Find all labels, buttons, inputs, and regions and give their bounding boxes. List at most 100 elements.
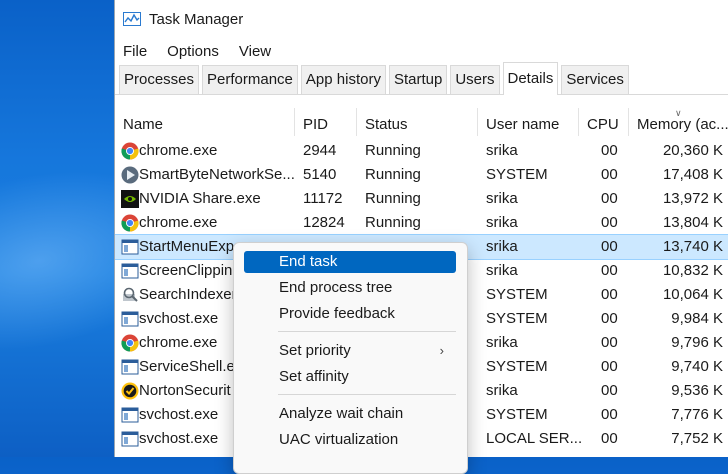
process-cpu: 00 <box>601 214 618 231</box>
process-cpu: 00 <box>601 358 618 375</box>
menu-item-label: UAC virtualization <box>279 431 399 448</box>
window-icon <box>121 406 139 424</box>
process-cpu: 00 <box>601 286 618 303</box>
process-user: SYSTEM <box>486 406 548 423</box>
menu-item-label: End task <box>279 253 338 270</box>
menu-separator <box>278 331 456 332</box>
tab-startup[interactable]: Startup <box>388 65 448 94</box>
process-name: SmartByteNetworkSe... <box>139 166 295 183</box>
set-priority-menu-item[interactable]: Set priority › <box>244 340 456 362</box>
process-pid: 12824 <box>303 214 345 231</box>
window-icon <box>121 310 139 328</box>
column-header-user[interactable]: User name <box>478 108 579 136</box>
column-header-status[interactable]: Status <box>357 108 478 136</box>
process-cpu: 00 <box>601 382 618 399</box>
process-pid: 5140 <box>303 166 337 183</box>
tab-details[interactable]: Details <box>502 62 559 95</box>
uac-virtualization-menu-item[interactable]: UAC virtualization <box>244 429 456 451</box>
menu-file[interactable]: File <box>123 43 147 60</box>
end-process-tree-menu-item[interactable]: End process tree <box>244 277 456 299</box>
process-name: chrome.exe <box>139 142 218 159</box>
process-memory: 9,984 K <box>671 310 723 327</box>
process-memory: 13,740 K <box>662 238 723 255</box>
chrome-icon <box>121 214 139 232</box>
menu-item-label: Provide feedback <box>279 305 395 322</box>
tab-services[interactable]: Services <box>561 65 629 94</box>
smartbyte-icon <box>121 166 139 184</box>
provide-feedback-menu-item[interactable]: Provide feedback <box>244 303 456 325</box>
norton-icon <box>121 382 139 400</box>
process-user: srika <box>486 142 518 159</box>
column-header-name[interactable]: Name <box>115 108 295 136</box>
chevron-right-icon: › <box>439 343 444 358</box>
window-icon <box>121 262 139 280</box>
menu-options[interactable]: Options <box>167 43 219 60</box>
tab-users[interactable]: Users <box>450 65 500 94</box>
process-user: srika <box>486 238 518 255</box>
process-user: srika <box>486 190 518 207</box>
column-header-cpu[interactable]: CPU <box>579 108 629 136</box>
process-memory: 7,752 K <box>671 430 723 447</box>
process-status: Running <box>365 190 421 207</box>
tab-processes[interactable]: Processes <box>119 65 200 94</box>
process-cpu: 00 <box>601 166 618 183</box>
window-title: Task Manager <box>149 10 244 28</box>
sort-descending-icon: ∨ <box>675 108 682 118</box>
process-user: SYSTEM <box>486 310 548 327</box>
chrome-icon <box>121 334 139 352</box>
process-user: srika <box>486 382 518 399</box>
table-row[interactable]: NVIDIA Share.exe 11172 Running srika 00 13,97… <box>115 187 728 211</box>
tab-performance[interactable]: Performance <box>202 65 298 94</box>
column-header-pid[interactable]: PID <box>295 108 357 136</box>
process-pid: 2944 <box>303 142 337 159</box>
process-cpu: 00 <box>601 262 618 279</box>
process-cpu: 00 <box>601 238 618 255</box>
process-memory: 9,536 K <box>671 382 723 399</box>
process-user: srika <box>486 262 518 279</box>
search-indexer-icon <box>121 286 139 304</box>
set-affinity-menu-item[interactable]: Set affinity <box>244 366 456 388</box>
tab-app-history[interactable]: App history <box>300 65 386 94</box>
process-memory: 13,804 K <box>662 214 723 231</box>
chrome-icon <box>121 142 139 160</box>
process-cpu: 00 <box>601 310 618 327</box>
process-user: srika <box>486 214 518 231</box>
process-cpu: 00 <box>601 142 618 159</box>
table-row[interactable]: SmartByteNetworkSe... 5140 Running SYSTEM 00… <box>115 163 728 187</box>
process-cpu: 00 <box>601 334 618 351</box>
process-memory: 9,796 K <box>671 334 723 351</box>
process-name: chrome.exe <box>139 214 218 231</box>
process-user: SYSTEM <box>486 358 548 375</box>
process-memory: 7,776 K <box>671 406 723 423</box>
context-menu: End task End process tree Provide feedback… <box>233 242 468 474</box>
task-manager-icon <box>123 12 141 26</box>
process-name: NVIDIA Share.exe <box>139 190 261 207</box>
process-user: srika <box>486 334 518 351</box>
process-memory: 10,064 K <box>662 286 723 303</box>
table-row[interactable]: chrome.exe 12824 Running srika 00 13,804 K <box>115 211 728 235</box>
process-memory: 20,360 K <box>662 142 723 159</box>
process-memory: 9,740 K <box>671 358 723 375</box>
process-memory: 13,972 K <box>662 190 723 207</box>
menu-separator <box>278 394 456 395</box>
menu-item-label: End process tree <box>279 279 393 296</box>
window-icon <box>121 238 139 256</box>
menu-view[interactable]: View <box>239 43 271 60</box>
process-user: LOCAL SER... <box>486 430 583 447</box>
process-cpu: 00 <box>601 190 618 207</box>
process-status: Running <box>365 142 421 159</box>
process-status: Running <box>365 214 421 231</box>
process-memory: 17,408 K <box>662 166 723 183</box>
menu-bar: File Options View <box>115 38 728 64</box>
analyze-wait-chain-menu-item[interactable]: Analyze wait chain <box>244 403 456 425</box>
window-icon <box>121 358 139 376</box>
window-icon <box>121 430 139 448</box>
menu-item-label: Set priority <box>279 342 351 359</box>
title-bar: Task Manager <box>115 0 728 38</box>
end-task-menu-item[interactable]: End task <box>244 251 456 273</box>
process-status: Running <box>365 166 421 183</box>
process-pid: 11172 <box>303 190 343 207</box>
table-header: Name PID Status User name CPU Memory (ac… <box>115 108 728 136</box>
table-row[interactable]: chrome.exe 2944 Running srika 00 20,360 K <box>115 139 728 163</box>
menu-item-label: Set affinity <box>279 368 349 385</box>
